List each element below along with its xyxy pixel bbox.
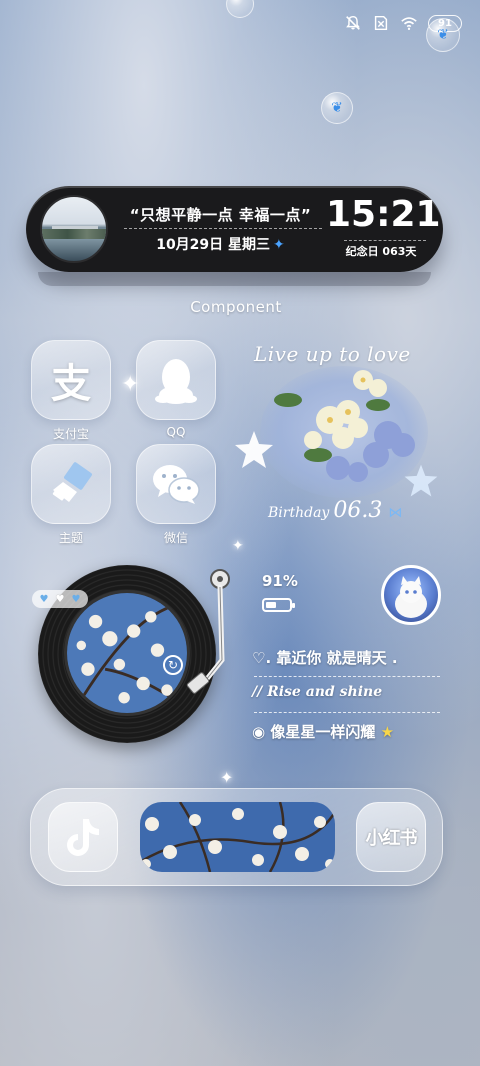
star-icon: ★ (380, 723, 395, 741)
widget-photo (40, 195, 108, 263)
mute-icon (346, 15, 360, 30)
widget-date: 10月29日 星期三 ✦ (118, 234, 323, 254)
app-label: QQ (166, 425, 186, 439)
divider (124, 228, 322, 229)
battery-icon (262, 598, 295, 612)
date-text: 10月29日 星期三 (156, 237, 271, 253)
birthday-number: 06.3 (333, 498, 383, 523)
app-theme[interactable]: 主题 (31, 444, 111, 546)
app-qq[interactable]: QQ (136, 340, 216, 439)
qq-penguin-icon[interactable] (136, 340, 216, 420)
status-line-2: // Rise and shine (252, 684, 383, 700)
bubble-decoration: ❦ (426, 18, 460, 52)
sparkle-icon: ✦ (220, 768, 234, 787)
status-line-1: ♡. 靠近你 就是晴天 . (252, 649, 398, 667)
sparkle-icon: ✦ (121, 372, 140, 397)
app-label: 支付宝 (52, 427, 89, 441)
theme-brush-icon[interactable] (31, 444, 111, 524)
butterfly-icon: ✦ (273, 237, 285, 253)
heart-icon: ♥ (39, 593, 49, 605)
app-alipay[interactable]: 支 支付宝 (31, 340, 111, 442)
star-icon (404, 464, 438, 497)
bubble-decoration (226, 0, 254, 18)
avatar[interactable] (381, 565, 441, 625)
bubble-decoration: ❦ (321, 92, 353, 124)
widget-time: 15:21 (326, 194, 441, 235)
component-label: Component (190, 298, 282, 316)
date-time-widget[interactable]: “只想平静一点 幸福一点” 10月29日 星期三 ✦ 15:21 纪念日 063天 (26, 186, 443, 286)
app-wechat[interactable]: 微信 (136, 444, 216, 546)
sparkle-icon: ✦ (232, 538, 244, 554)
divider (254, 712, 440, 713)
widget-memorial-days: 纪念日 063天 (345, 245, 417, 258)
dock-flower-photo[interactable] (140, 802, 335, 872)
heart-icon: ♥ (71, 593, 81, 605)
butterfly-icon: ❦ (331, 100, 343, 116)
butterfly-icon: ❦ (437, 27, 449, 43)
star-icon (235, 431, 273, 468)
xiaohongshu-label: 小红书 (365, 828, 418, 849)
douyin-icon (67, 819, 99, 856)
tonearm-icon (186, 569, 230, 694)
heart-icon: ♥ (55, 593, 65, 605)
wifi-icon (401, 17, 417, 31)
planet-icon: ◉ (252, 723, 266, 741)
birthday-label: Birthday 06.3 ⋈ (268, 498, 402, 523)
dock-app-xiaohongshu[interactable]: 小红书 (356, 802, 426, 872)
wechat-icon[interactable] (136, 444, 216, 524)
divider (254, 676, 440, 677)
no-sim-icon (374, 15, 388, 31)
app-label: 主题 (58, 531, 83, 545)
status-line-3: ◉ 像星星一样闪耀 ★ (252, 723, 395, 741)
alipay-icon[interactable]: 支 (31, 340, 111, 420)
heart-pills: ♥ ♥ ♥ (32, 590, 88, 608)
dock-app-douyin[interactable] (48, 802, 118, 872)
divider (344, 240, 426, 241)
bow-icon: ⋈ (388, 505, 403, 521)
app-label: 微信 (163, 531, 188, 545)
birthday-text: Birthday (268, 505, 330, 521)
battery-percent: 91% (262, 572, 298, 590)
widget-quote: “只想平静一点 幸福一点” (129, 206, 312, 224)
